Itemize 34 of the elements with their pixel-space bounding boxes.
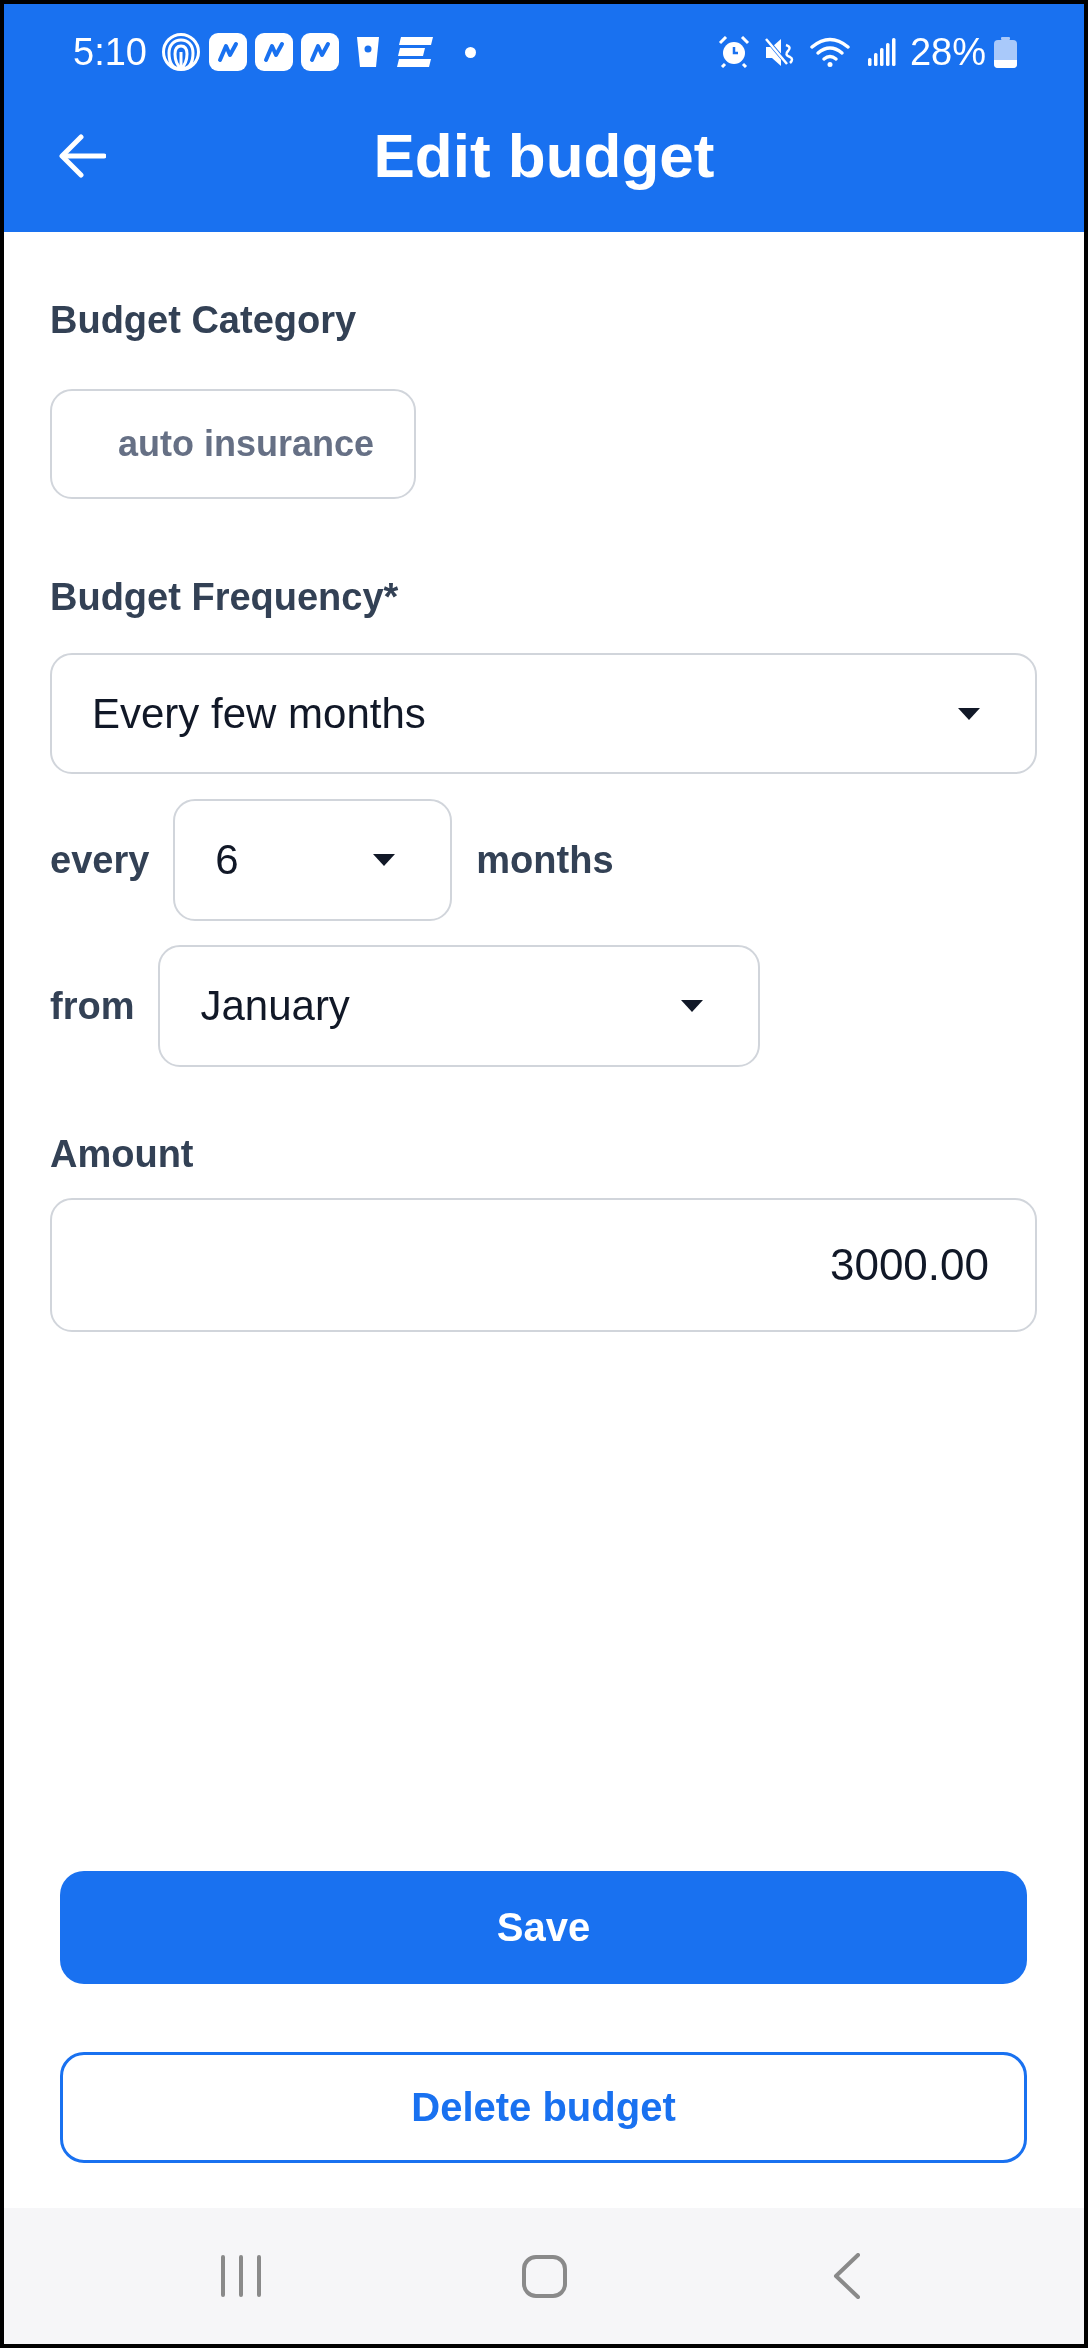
cup-icon [356,37,379,67]
month-dropdown[interactable]: January [158,945,761,1067]
striped-logo-icon [396,37,433,67]
caret-icon [373,854,396,866]
interval-dropdown[interactable]: 6 [173,799,453,921]
interval-label: every [50,838,150,883]
back-icon[interactable] [833,2253,861,2299]
unit-label: months [476,838,614,883]
amount-label: Amount [50,1132,194,1177]
page-title: Edit budget [373,121,715,191]
signal-icon [867,38,896,66]
recent-apps-icon[interactable] [220,2255,262,2297]
muted-speaker-icon [763,36,796,68]
category-field[interactable]: auto insurance [50,389,417,499]
home-icon[interactable] [521,2254,567,2298]
start-label: from [50,984,135,1029]
frequency-label: Budget Frequency* [50,575,399,620]
battery-percent: 28% [909,33,986,71]
dot-icon [464,46,476,58]
status-time: 5:10 [73,33,147,71]
wifi-icon [809,37,850,67]
save-button[interactable]: Save [60,1871,1027,1984]
amount-field[interactable]: 3000.00 [50,1198,1037,1332]
zigzag-tile-icon [300,33,339,71]
rings-icon [160,32,201,72]
zigzag-tile-icon [254,33,293,71]
caret-icon [681,1000,704,1012]
frequency-dropdown[interactable]: Every few months [50,653,1037,774]
delete-button[interactable]: Delete budget [60,2052,1027,2163]
category-label: Budget Category [50,298,357,343]
alarm-clock-icon [717,36,750,68]
battery-icon [994,36,1017,68]
zigzag-tile-icon [208,33,247,71]
caret-icon [958,707,980,720]
